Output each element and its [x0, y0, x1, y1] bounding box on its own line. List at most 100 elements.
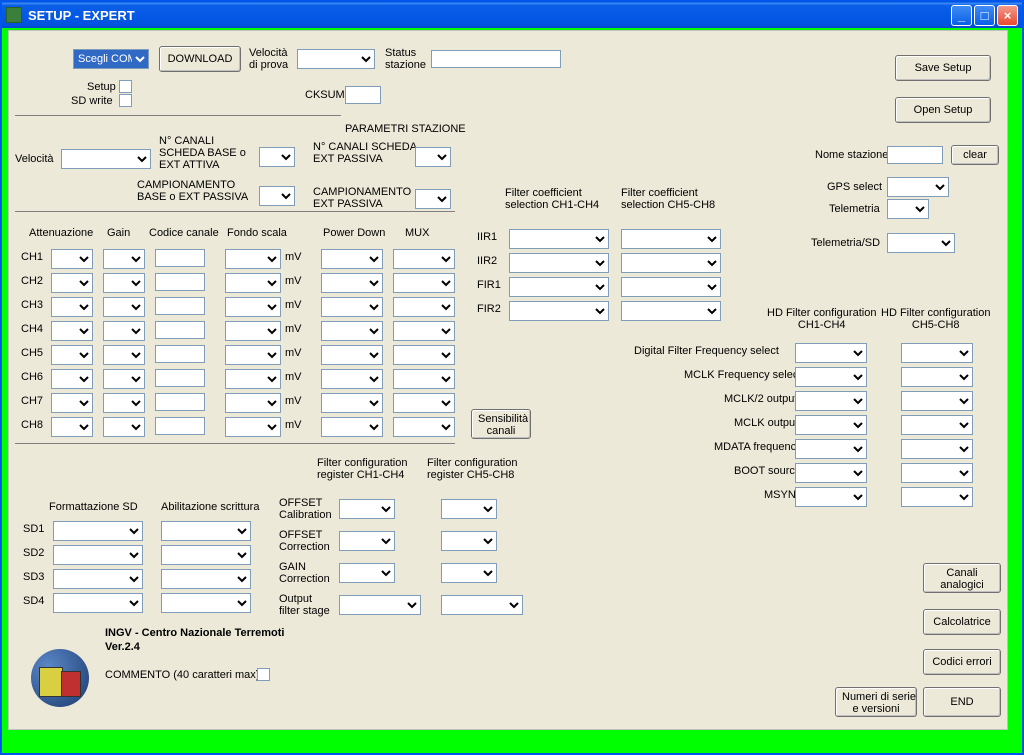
hd-14-3-select[interactable]	[795, 415, 867, 435]
telemetria-select[interactable]	[887, 199, 929, 219]
iirfir-14-0-select[interactable]	[509, 229, 609, 249]
hd-58-2-select[interactable]	[901, 391, 973, 411]
gain-cor-58-select[interactable]	[441, 563, 497, 583]
atten-7-select[interactable]	[51, 417, 93, 437]
mux-5-select[interactable]	[393, 369, 455, 389]
offset-cal-14-select[interactable]	[339, 499, 395, 519]
clear-button[interactable]: clear	[951, 145, 999, 165]
gain-3-select[interactable]	[103, 321, 145, 341]
fondo-4-select[interactable]	[225, 345, 281, 365]
sd-write-3-select[interactable]	[161, 593, 251, 613]
fondo-6-select[interactable]	[225, 393, 281, 413]
commento-checkbox[interactable]	[257, 668, 270, 681]
offset-cor-58-select[interactable]	[441, 531, 497, 551]
hd-14-4-select[interactable]	[795, 439, 867, 459]
codice-1-input[interactable]	[155, 273, 205, 291]
hd-58-4-select[interactable]	[901, 439, 973, 459]
powerdown-4-select[interactable]	[321, 345, 383, 365]
fondo-7-select[interactable]	[225, 417, 281, 437]
gain-cor-14-select[interactable]	[339, 563, 395, 583]
sd-write-2-select[interactable]	[161, 569, 251, 589]
iirfir-58-3-select[interactable]	[621, 301, 721, 321]
codice-6-input[interactable]	[155, 393, 205, 411]
powerdown-7-select[interactable]	[321, 417, 383, 437]
iirfir-58-1-select[interactable]	[621, 253, 721, 273]
atten-0-select[interactable]	[51, 249, 93, 269]
download-button[interactable]: DOWNLOAD	[159, 46, 241, 72]
hd-14-0-select[interactable]	[795, 343, 867, 363]
sd-write-0-select[interactable]	[161, 521, 251, 541]
velocita-prova-select[interactable]	[297, 49, 375, 69]
gps-select[interactable]	[887, 177, 949, 197]
codice-4-input[interactable]	[155, 345, 205, 363]
scegli-com-select[interactable]: Scegli COM	[73, 49, 149, 69]
gain-5-select[interactable]	[103, 369, 145, 389]
close-button[interactable]: ×	[997, 5, 1018, 26]
campionamento-base-select[interactable]	[259, 186, 295, 206]
atten-2-select[interactable]	[51, 297, 93, 317]
setup-checkbox[interactable]	[119, 80, 132, 93]
numeri-serie-button[interactable]: Numeri di serie e versioni	[835, 687, 917, 717]
nome-stazione-input[interactable]	[887, 146, 943, 164]
sdwrite-checkbox[interactable]	[119, 94, 132, 107]
codice-0-input[interactable]	[155, 249, 205, 267]
gain-2-select[interactable]	[103, 297, 145, 317]
mux-7-select[interactable]	[393, 417, 455, 437]
cksum-input[interactable]	[345, 86, 381, 104]
mux-6-select[interactable]	[393, 393, 455, 413]
fondo-2-select[interactable]	[225, 297, 281, 317]
sd-format-2-select[interactable]	[53, 569, 143, 589]
fondo-3-select[interactable]	[225, 321, 281, 341]
gain-4-select[interactable]	[103, 345, 145, 365]
sensibilita-canali-button[interactable]: Sensibilità canali	[471, 409, 531, 439]
calcolatrice-button[interactable]: Calcolatrice	[923, 609, 1001, 635]
hd-58-5-select[interactable]	[901, 463, 973, 483]
powerdown-6-select[interactable]	[321, 393, 383, 413]
hd-58-1-select[interactable]	[901, 367, 973, 387]
powerdown-2-select[interactable]	[321, 297, 383, 317]
gain-0-select[interactable]	[103, 249, 145, 269]
mux-0-select[interactable]	[393, 249, 455, 269]
fondo-0-select[interactable]	[225, 249, 281, 269]
canali-analogici-button[interactable]: Canali analogici	[923, 563, 1001, 593]
atten-6-select[interactable]	[51, 393, 93, 413]
hd-14-6-select[interactable]	[795, 487, 867, 507]
sd-format-0-select[interactable]	[53, 521, 143, 541]
mux-2-select[interactable]	[393, 297, 455, 317]
ncanali-base-select[interactable]	[259, 147, 295, 167]
gain-1-select[interactable]	[103, 273, 145, 293]
minimize-button[interactable]: _	[951, 5, 972, 26]
fondo-5-select[interactable]	[225, 369, 281, 389]
iirfir-14-1-select[interactable]	[509, 253, 609, 273]
hd-14-2-select[interactable]	[795, 391, 867, 411]
atten-5-select[interactable]	[51, 369, 93, 389]
sd-write-1-select[interactable]	[161, 545, 251, 565]
output-filter-14-select[interactable]	[339, 595, 421, 615]
iirfir-14-2-select[interactable]	[509, 277, 609, 297]
sd-format-3-select[interactable]	[53, 593, 143, 613]
mux-1-select[interactable]	[393, 273, 455, 293]
save-setup-button[interactable]: Save Setup	[895, 55, 991, 81]
gain-7-select[interactable]	[103, 417, 145, 437]
end-button[interactable]: END	[923, 687, 1001, 717]
codice-2-input[interactable]	[155, 297, 205, 315]
atten-1-select[interactable]	[51, 273, 93, 293]
codice-5-input[interactable]	[155, 369, 205, 387]
codice-7-input[interactable]	[155, 417, 205, 435]
telemetria-sd-select[interactable]	[887, 233, 955, 253]
maximize-button[interactable]: □	[974, 5, 995, 26]
powerdown-0-select[interactable]	[321, 249, 383, 269]
offset-cor-14-select[interactable]	[339, 531, 395, 551]
iirfir-14-3-select[interactable]	[509, 301, 609, 321]
powerdown-3-select[interactable]	[321, 321, 383, 341]
output-filter-58-select[interactable]	[441, 595, 523, 615]
hd-14-5-select[interactable]	[795, 463, 867, 483]
mux-4-select[interactable]	[393, 345, 455, 365]
codici-errori-button[interactable]: Codici errori	[923, 649, 1001, 675]
gain-6-select[interactable]	[103, 393, 145, 413]
offset-cal-58-select[interactable]	[441, 499, 497, 519]
sd-format-1-select[interactable]	[53, 545, 143, 565]
iirfir-58-2-select[interactable]	[621, 277, 721, 297]
open-setup-button[interactable]: Open Setup	[895, 97, 991, 123]
status-stazione-input[interactable]	[431, 50, 561, 68]
